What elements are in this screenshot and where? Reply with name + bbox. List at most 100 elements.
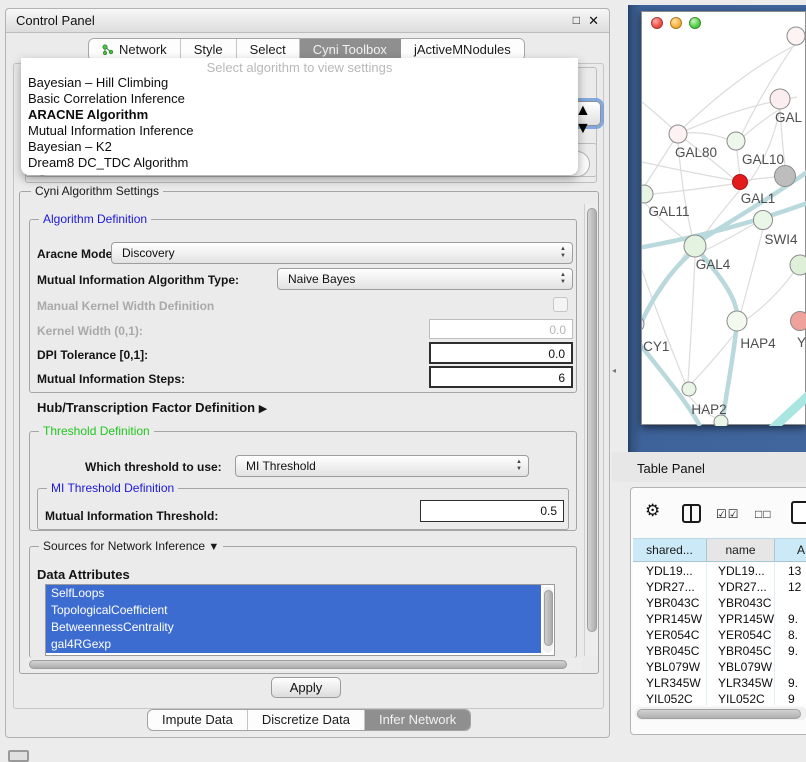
mi-threshold-field[interactable]: 0.5 <box>420 500 564 522</box>
cell-name[interactable]: YIL052C <box>707 691 775 705</box>
cell-value[interactable]: 9. <box>775 643 806 659</box>
new-column-icon[interactable] <box>791 501 806 524</box>
cell-name[interactable]: YLR345W <box>707 675 775 691</box>
column-header-name[interactable]: name <box>707 539 775 561</box>
table-row[interactable]: YLR345W YLR345W 9. <box>633 675 806 691</box>
cell-value[interactable]: 9. <box>775 611 806 627</box>
list-item-selfloops[interactable]: SelfLoops <box>46 585 541 602</box>
list-item-topologicalcoefficient[interactable]: TopologicalCoefficient <box>46 602 541 619</box>
tab-select[interactable]: Select <box>237 39 300 60</box>
algorithm-option-dream8[interactable]: Dream8 DC_TDC Algorithm <box>21 155 578 171</box>
hub-factor-expander[interactable]: Hub/Transcription Factor Definition ▶ <box>37 400 267 415</box>
cell-value[interactable]: 12 <box>775 579 806 595</box>
cell-value[interactable]: 8. <box>775 627 806 643</box>
tab-style[interactable]: Style <box>181 39 237 60</box>
table-horizontal-scrollbar-thumb[interactable] <box>637 709 801 719</box>
which-threshold-select[interactable]: MI Threshold ▲▼ <box>235 455 529 477</box>
column-header-cut[interactable]: A <box>775 539 806 561</box>
kernel-width-field[interactable]: 0.0 <box>429 319 573 339</box>
table-row[interactable]: YIL052C YIL052C 9 <box>633 691 806 705</box>
settings-vertical-scrollbar-thumb[interactable] <box>587 208 597 632</box>
cell-value[interactable] <box>775 659 806 675</box>
table-row[interactable]: YBR043C YBR043C <box>633 595 806 611</box>
algorithm-option-bayesian-hill-climbing[interactable]: Bayesian – Hill Climbing <box>21 75 578 91</box>
apply-button[interactable]: Apply <box>271 677 341 698</box>
list-item-betweennesscentrality[interactable]: BetweennessCentrality <box>46 619 541 636</box>
aracne-mode-select[interactable]: Discovery ▲▼ <box>111 242 573 264</box>
node-gal10 <box>727 132 745 150</box>
manual-kernel-width-checkbox[interactable] <box>553 297 568 312</box>
cell-shared[interactable]: YBR045C <box>633 643 707 659</box>
splitter-handle[interactable]: ◂ <box>612 366 616 375</box>
mi-algorithm-type-select[interactable]: Naive Bayes ▲▼ <box>277 268 573 290</box>
table-row[interactable]: YER054C YER054C 8. <box>633 627 806 643</box>
tab-label-select: Select <box>250 42 286 57</box>
cell-name[interactable]: YBL079W <box>707 659 775 675</box>
combo-arrows-icon: ▲▼ <box>560 246 566 260</box>
network-graph[interactable]: GAL GAL80 GAL10 GAL1 GAL11 SWI4 GAL4 GCY… <box>642 12 806 426</box>
cell-shared[interactable]: YBL079W <box>633 659 707 675</box>
cell-value[interactable]: 13 <box>775 563 806 579</box>
tab-impute-data[interactable]: Impute Data <box>148 710 248 730</box>
settings-vertical-scrollbar[interactable] <box>584 204 598 656</box>
gear-icon[interactable]: ⚙ <box>645 501 660 521</box>
tab-network[interactable]: Network <box>89 39 181 60</box>
settings-horizontal-scrollbar-thumb[interactable] <box>29 660 567 669</box>
sources-legend[interactable]: Sources for Network Inference ▼ <box>39 539 223 553</box>
dpi-tolerance-label: DPI Tolerance [0,1]: <box>37 348 148 362</box>
column-header-shared-name[interactable]: shared... <box>633 539 707 561</box>
dpi-tolerance-field[interactable]: 0.0 <box>429 342 573 364</box>
cell-name[interactable]: YDL19... <box>707 563 775 579</box>
algorithm-combobox-partial[interactable]: ▲▼ <box>574 101 601 126</box>
combo-arrows-icon: ▲▼ <box>516 459 522 473</box>
algorithm-option-bayesian-k2[interactable]: Bayesian – K2 <box>21 139 578 155</box>
cell-value[interactable]: 9. <box>775 675 806 691</box>
table-row[interactable]: YDL19... YDL19... 13 <box>633 563 806 579</box>
cell-name[interactable]: YPR145W <box>707 611 775 627</box>
mi-steps-field[interactable]: 6 <box>429 366 573 388</box>
kernel-width-label: Kernel Width (0,1): <box>37 324 143 338</box>
list-item-gal4rgexp[interactable]: gal4RGexp <box>46 636 541 653</box>
cell-value[interactable] <box>775 595 806 611</box>
cell-value[interactable]: 9 <box>775 691 806 705</box>
cell-shared[interactable]: YLR345W <box>633 675 707 691</box>
docked-panel-icon[interactable] <box>8 750 29 762</box>
cell-name[interactable]: YBR045C <box>707 643 775 659</box>
table-row[interactable]: YBL079W YBL079W <box>633 659 806 675</box>
algorithm-option-basic-correlation[interactable]: Basic Correlation Inference <box>21 91 578 107</box>
tab-discretize-data[interactable]: Discretize Data <box>248 710 365 730</box>
cell-shared[interactable]: YPR145W <box>633 611 707 627</box>
cell-name[interactable]: YBR043C <box>707 595 775 611</box>
show-columns-icon[interactable]: ☑☑ <box>716 507 740 521</box>
table-row[interactable]: YPR145W YPR145W 9. <box>633 611 806 627</box>
close-panel-icon[interactable]: ✕ <box>588 13 599 29</box>
float-window-icon[interactable]: □ <box>573 13 580 27</box>
table-body[interactable]: YDL19... YDL19... 13 YDR27... YDR27... 1… <box>633 563 806 705</box>
data-attributes-list[interactable]: SelfLoops TopologicalCoefficient Between… <box>45 584 555 656</box>
manual-kernel-width-label: Manual Kernel Width Definition <box>37 299 214 313</box>
control-panel-window: Control Panel □ ✕ Network Style Select <box>5 8 610 738</box>
algorithm-option-mutual-information[interactable]: Mutual Information Inference <box>21 123 578 139</box>
tab-jactivemnodules[interactable]: jActiveMNodules <box>401 39 524 60</box>
cell-shared[interactable]: YIL052C <box>633 691 707 705</box>
cell-shared[interactable]: YBR043C <box>633 595 707 611</box>
cyni-settings-legend: Cyni Algorithm Settings <box>31 184 163 198</box>
table-row[interactable]: YDR27... YDR27... 12 <box>633 579 806 595</box>
graph-labels: GAL GAL80 GAL10 GAL1 GAL11 SWI4 GAL4 GCY… <box>642 110 806 417</box>
table-horizontal-scrollbar[interactable] <box>635 707 806 720</box>
cell-shared[interactable]: YER054C <box>633 627 707 643</box>
cell-shared[interactable]: YDR27... <box>633 579 707 595</box>
hide-columns-icon[interactable]: □□ <box>755 507 772 521</box>
attributes-scrollbar[interactable] <box>543 587 553 653</box>
cell-name[interactable]: YER054C <box>707 627 775 643</box>
columns-icon[interactable] <box>682 504 701 523</box>
attributes-scrollbar-thumb[interactable] <box>544 590 553 646</box>
label-gal11: GAL11 <box>648 204 689 219</box>
cell-name[interactable]: YDR27... <box>707 579 775 595</box>
settings-horizontal-scrollbar[interactable] <box>26 658 582 671</box>
tab-infer-network[interactable]: Infer Network <box>365 710 470 730</box>
cell-shared[interactable]: YDL19... <box>633 563 707 579</box>
table-row[interactable]: YBR045C YBR045C 9. <box>633 643 806 659</box>
tab-cyni-toolbox[interactable]: Cyni Toolbox <box>300 39 401 60</box>
algorithm-option-aracne[interactable]: ARACNE Algorithm <box>21 107 578 123</box>
